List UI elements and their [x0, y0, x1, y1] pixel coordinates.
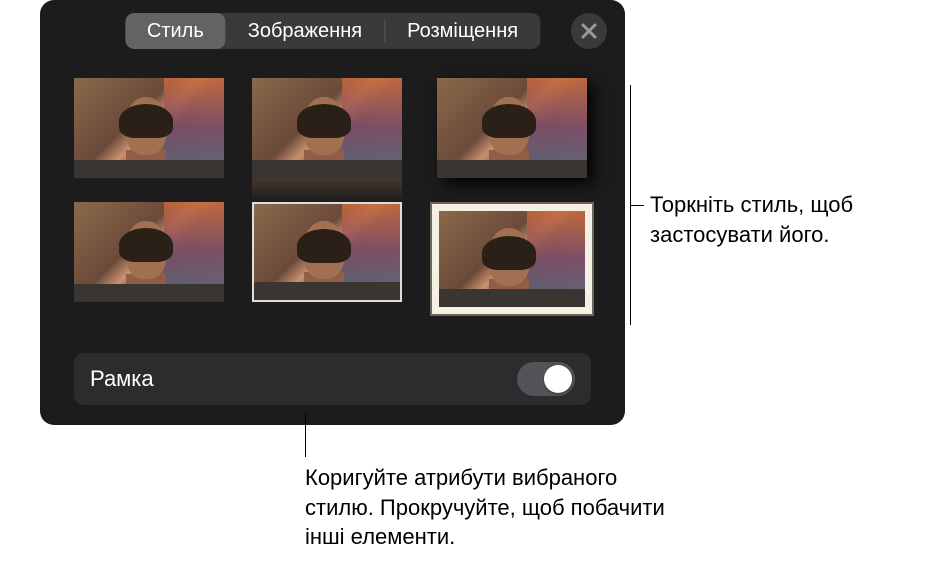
style-thumb-2[interactable]: [252, 78, 402, 178]
style-thumb-1[interactable]: [74, 78, 224, 178]
style-preview: [74, 78, 224, 178]
style-grid: [74, 78, 591, 316]
callout-leader-line: [305, 413, 306, 457]
close-button[interactable]: [571, 13, 607, 49]
close-icon: [580, 22, 598, 40]
style-thumb-6[interactable]: [430, 202, 594, 316]
tab-style[interactable]: Стиль: [125, 13, 226, 49]
format-tabs: Стиль Зображення Розміщення: [125, 13, 540, 49]
frame-label: Рамка: [90, 366, 154, 392]
format-panel: Стиль Зображення Розміщення: [40, 0, 625, 425]
switch-knob: [544, 365, 572, 393]
callout-leader-line: [630, 205, 644, 206]
tab-image-label: Зображення: [248, 20, 362, 43]
tab-style-label: Стиль: [147, 20, 204, 43]
style-preview: [252, 78, 402, 178]
style-thumb-3[interactable]: [437, 78, 587, 178]
tab-arrange-label: Розміщення: [407, 20, 518, 43]
tab-arrange[interactable]: Розміщення: [385, 13, 540, 49]
style-preview: [74, 202, 224, 302]
style-preview: [437, 78, 587, 178]
frame-row: Рамка: [74, 353, 591, 405]
callout-adjust-attributes: Коригуйте атрибути вибраного стилю. Прок…: [305, 463, 685, 552]
style-thumb-4[interactable]: [74, 202, 224, 302]
style-preview: [252, 202, 402, 302]
style-preview: [439, 211, 585, 307]
tab-image[interactable]: Зображення: [226, 13, 384, 49]
frame-switch[interactable]: [517, 362, 575, 396]
callout-tap-style: Торкніть стиль, щоб застосувати його.: [650, 190, 940, 249]
style-thumb-5[interactable]: [252, 202, 402, 302]
